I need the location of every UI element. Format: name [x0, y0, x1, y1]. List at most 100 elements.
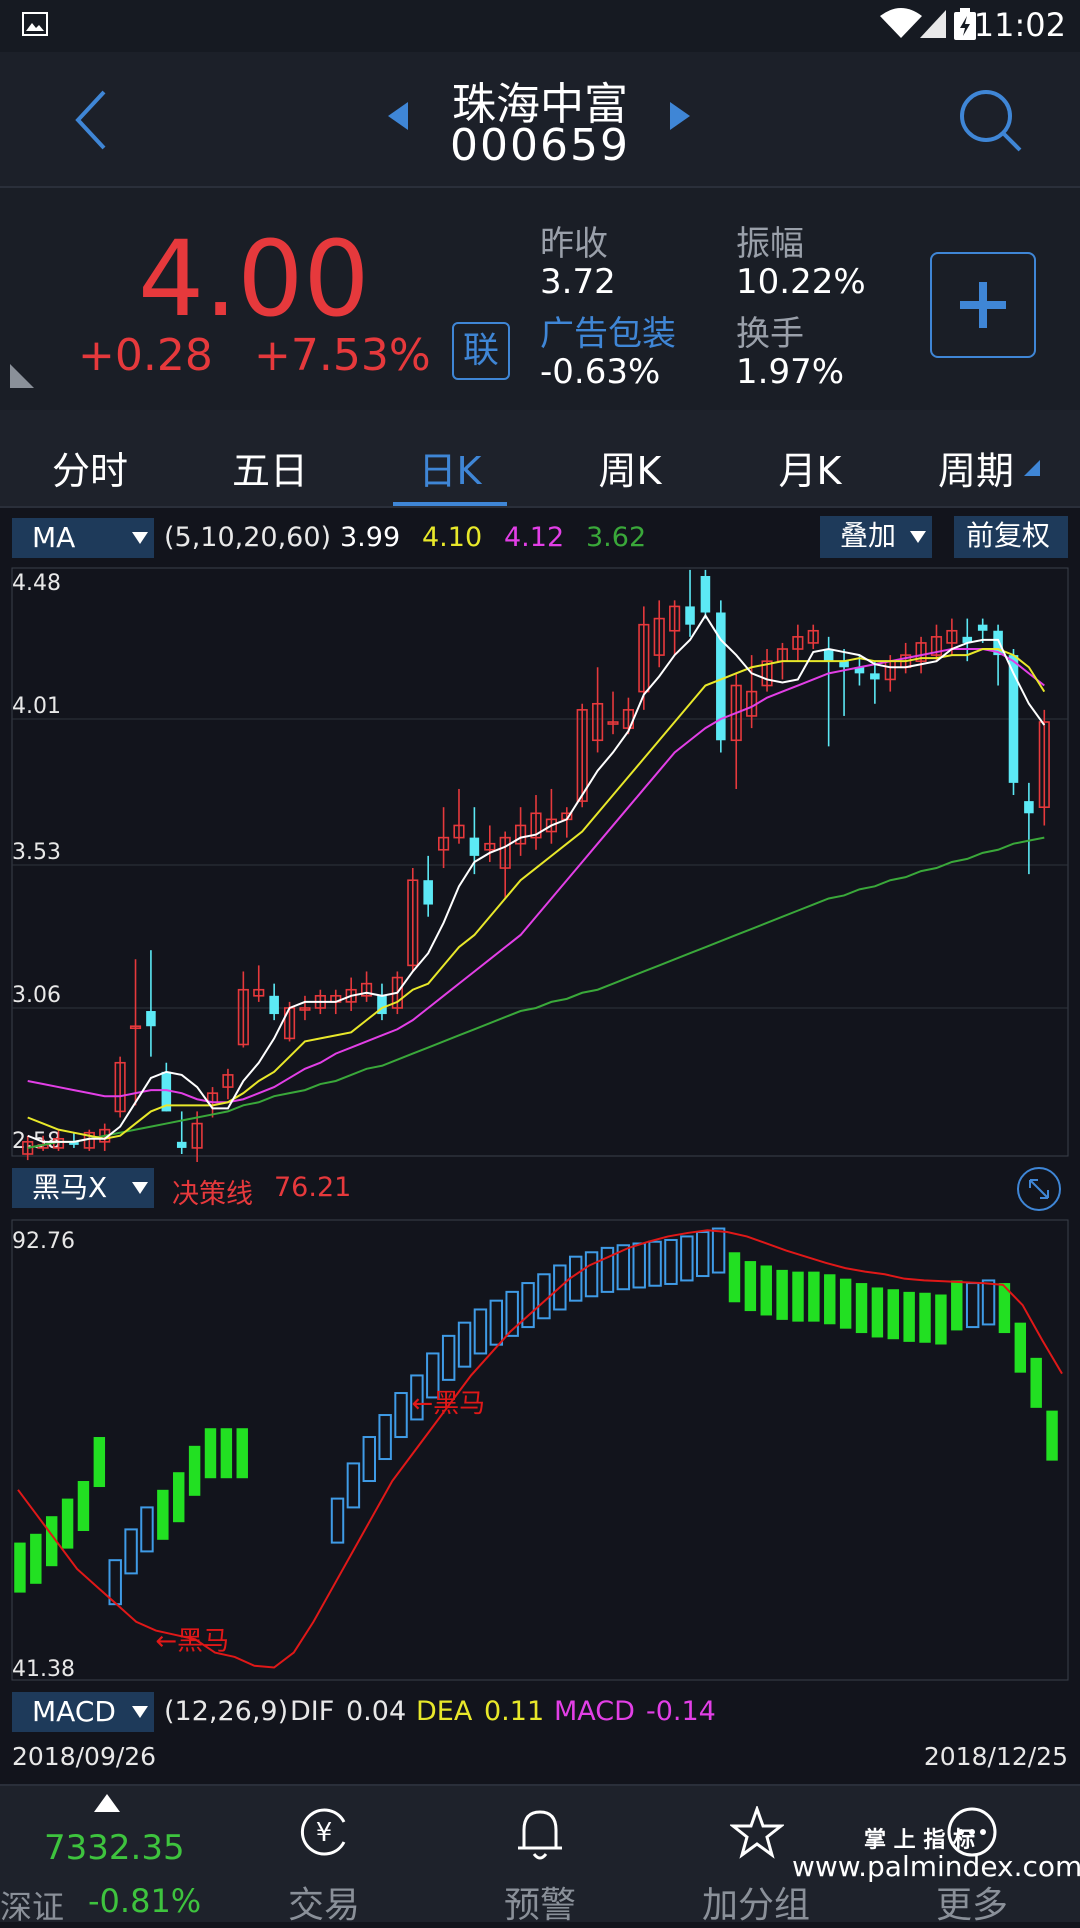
- kline-ytick-label: 4.01: [12, 694, 61, 719]
- period-dropdown-icon: [1024, 460, 1040, 476]
- heima-bar-down: [760, 1265, 772, 1316]
- heima-signal-label: ←黑马: [411, 1389, 485, 1419]
- current-price: 4.00: [138, 218, 370, 340]
- nav-more-label: 更多: [935, 1885, 1008, 1926]
- heima-bar-down: [919, 1292, 931, 1343]
- ma-dropdown-icon: [132, 532, 148, 544]
- plus-icon: [960, 282, 1006, 328]
- corner-triangle-icon[interactable]: [10, 364, 34, 388]
- heima-bar-up: [568, 1255, 583, 1302]
- tab-five-day[interactable]: 五日: [190, 440, 350, 495]
- heima-bar-up: [965, 1282, 980, 1329]
- svg-text:¥: ¥: [316, 1818, 333, 1848]
- heima-bar-up: [330, 1497, 345, 1544]
- heima-bar-down: [776, 1269, 788, 1320]
- ma60-value: 3.62: [586, 522, 647, 553]
- status-bar: 11:02: [0, 0, 1080, 52]
- battery-icon: [954, 8, 976, 40]
- heima-ytick-label: 92.76: [12, 1229, 75, 1254]
- decision-line-label: 决策线: [172, 1179, 253, 1210]
- heima-plot-frame: [11, 1219, 1069, 1681]
- linked-button[interactable]: 联: [452, 322, 510, 380]
- expand-icon[interactable]: [1016, 1166, 1062, 1212]
- heima-bar-down: [824, 1274, 836, 1325]
- macd-selector-label: MACD: [32, 1695, 116, 1728]
- candle-down: [700, 576, 711, 613]
- heima-bar-down: [30, 1533, 42, 1584]
- heima-bar-down: [887, 1289, 899, 1340]
- heima-bar-up: [457, 1321, 472, 1368]
- tab-daily-k[interactable]: 日K: [370, 440, 530, 495]
- ma60-line: [27, 836, 1045, 1149]
- candle-down: [269, 995, 279, 1015]
- candle-down: [469, 837, 480, 856]
- kline-ytick-label: 3.06: [12, 983, 61, 1008]
- dea-value: 0.11: [484, 1696, 545, 1727]
- candle-down: [1024, 801, 1034, 814]
- amplitude-label: 振幅: [736, 224, 804, 264]
- nav-add-group-label: 加分组: [701, 1885, 810, 1926]
- tab-monthly-k[interactable]: 月K: [730, 440, 890, 495]
- nav-trade[interactable]: ¥ 交易: [244, 1786, 404, 1926]
- prev-close-label: 昨收: [540, 224, 608, 264]
- heima-bar-up: [537, 1273, 551, 1320]
- heima-bar-up: [648, 1240, 662, 1287]
- heima-bar-up: [140, 1506, 154, 1553]
- tab-intraday[interactable]: 分时: [10, 440, 170, 495]
- bottom-navigation: 7332.35 深证 -0.81% ¥ 交易 预警 加分组 更多 掌 上 指 标…: [0, 1784, 1080, 1926]
- stock-header: 珠海中富 000659: [0, 52, 1080, 188]
- nav-alert-label: 预警: [503, 1885, 576, 1926]
- decision-line-value: 76.21: [274, 1172, 352, 1203]
- heima-indicator-chart[interactable]: 92.76 41.38 ←黑马 ←黑马: [0, 1214, 1080, 1684]
- heima-bar-down: [236, 1428, 248, 1479]
- adjust-button-label: 前复权: [966, 519, 1051, 552]
- next-stock-icon[interactable]: [668, 100, 692, 132]
- heima-bar-up: [711, 1227, 726, 1274]
- period-tabs: 分时 五日 日K 周K 月K 周期: [0, 410, 1080, 508]
- kline-chart[interactable]: 4.484.013.533.062.58: [0, 562, 1080, 1162]
- search-icon[interactable]: [958, 88, 1024, 154]
- trade-yen-icon: ¥: [300, 1808, 346, 1856]
- tab-weekly-k[interactable]: 周K: [550, 440, 710, 495]
- heima-bar-down: [204, 1428, 217, 1479]
- macd-value: -0.14: [646, 1696, 716, 1727]
- kline-plot-frame: [11, 567, 1069, 1157]
- add-watchlist-button[interactable]: [930, 252, 1036, 358]
- heima-bar-down: [1030, 1357, 1042, 1408]
- overlay-dropdown-icon: [910, 531, 926, 543]
- heima-bar-up: [664, 1238, 678, 1285]
- heima-bar-down: [220, 1428, 233, 1479]
- adjust-button[interactable]: 前复权: [954, 516, 1068, 558]
- heima-bar-down: [93, 1437, 106, 1488]
- heima-bar-up: [441, 1334, 456, 1381]
- heima-bar-down: [855, 1283, 868, 1334]
- heima-bar-down: [839, 1278, 852, 1329]
- candle-down: [146, 1011, 156, 1027]
- candle-down: [685, 606, 695, 625]
- heima-bar-down: [792, 1271, 804, 1322]
- heima-bar-down: [871, 1287, 884, 1338]
- status-time: 11:02: [973, 6, 1066, 44]
- macd-params: (12,26,9): [164, 1696, 289, 1727]
- ma20-value: 4.12: [504, 522, 565, 553]
- signal-icon: [920, 10, 946, 38]
- heima-bar-down: [903, 1291, 915, 1342]
- stock-code: 000659: [450, 120, 630, 171]
- heima-bar-down: [1014, 1322, 1027, 1373]
- candle-down: [423, 880, 433, 905]
- heima-bar-up: [584, 1251, 599, 1298]
- turnover-label: 换手: [736, 314, 804, 354]
- heima-bar-up: [632, 1242, 646, 1289]
- nav-alert[interactable]: 预警: [460, 1786, 620, 1926]
- heima-bar-down: [728, 1252, 741, 1303]
- heima-bar-down: [188, 1445, 201, 1496]
- heima-bar-down: [173, 1472, 185, 1523]
- sector-link[interactable]: 广告包装: [540, 306, 676, 355]
- indicator-dropdown-icon: [132, 1182, 148, 1194]
- active-tab-indicator: [393, 502, 507, 506]
- ma10-value: 4.10: [422, 522, 483, 553]
- index-value[interactable]: 7332.35: [44, 1828, 185, 1868]
- ma-params: (5,10,20,60): [164, 522, 332, 553]
- index-change: -0.81%: [88, 1882, 202, 1920]
- wifi-icon: [880, 8, 922, 38]
